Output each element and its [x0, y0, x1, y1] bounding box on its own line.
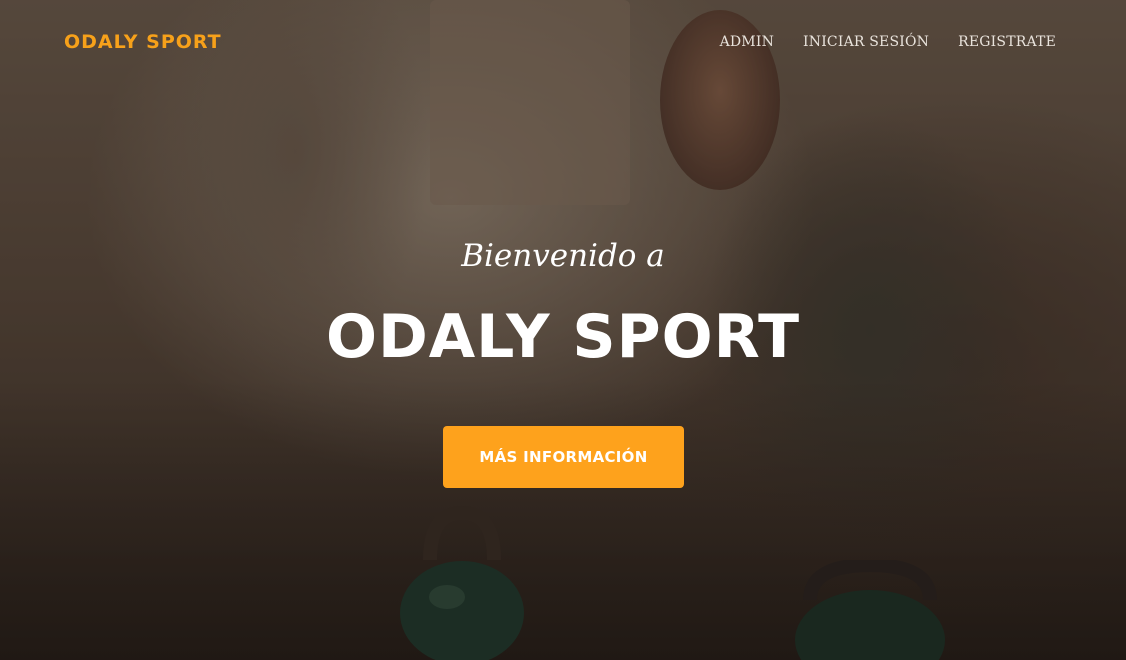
- nav-link-admin[interactable]: ADMIN: [720, 34, 774, 50]
- nav-link-iniciar-sesion[interactable]: INICIAR SESIÓN: [803, 34, 929, 50]
- hero-subheading: Bienvenido a: [461, 238, 665, 274]
- nav-link-registrate[interactable]: REGISTRATE: [958, 34, 1056, 50]
- brand-logo-link[interactable]: ODALY SPORT: [64, 31, 222, 53]
- nav-links: ADMIN INICIAR SESIÓN REGISTRATE: [720, 34, 1056, 50]
- top-navbar: ODALY SPORT ADMIN INICIAR SESIÓN REGISTR…: [0, 0, 1126, 86]
- hero-heading: ODALY SPORT: [325, 302, 801, 372]
- more-info-button[interactable]: MÁS INFORMACIÓN: [443, 426, 684, 488]
- hero-section: ODALY SPORT ADMIN INICIAR SESIÓN REGISTR…: [0, 0, 1126, 660]
